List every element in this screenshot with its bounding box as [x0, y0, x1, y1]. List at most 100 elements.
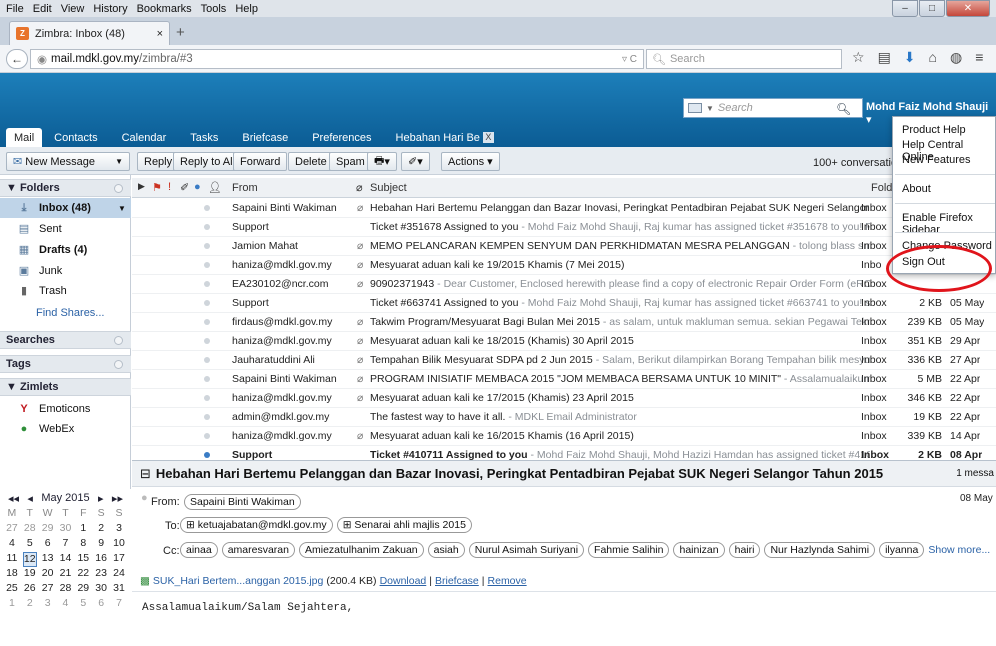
reply-all-button[interactable]: Reply to All	[173, 152, 243, 171]
attachment-name[interactable]: SUK_Hari Bertem...anggan 2015.jpg	[153, 575, 323, 587]
read-status-icon[interactable]: ●	[194, 181, 201, 193]
menu-file[interactable]: File	[6, 3, 24, 15]
read-status-icon[interactable]	[204, 338, 210, 344]
cc-address[interactable]: Fahmie Salihin	[588, 542, 670, 558]
home-icon[interactable]: ⌂	[929, 49, 937, 66]
tab-message[interactable]: Hebahan Hari Be X	[384, 128, 506, 147]
table-row[interactable]: haniza@mdkl.gov.my ⌀ Mesyuarat aduan kali …	[132, 389, 996, 408]
calendar-day[interactable]: 8	[76, 537, 90, 552]
calendar-day[interactable]: 24	[112, 567, 126, 582]
table-row[interactable]: haniza@mdkl.gov.my ⌀ Mesyuarat aduan kali …	[132, 332, 996, 351]
zimlet-emoticons[interactable]: Y Emoticons	[0, 399, 131, 419]
menu-bookmarks[interactable]: Bookmarks	[137, 3, 192, 15]
account-icon[interactable]: 👤︎	[208, 181, 222, 194]
delete-button[interactable]: Delete	[288, 152, 334, 171]
sidebar-item-sent[interactable]: ▤ Sent	[0, 219, 131, 239]
cc-address[interactable]: Nur Hazlynda Sahimi	[764, 542, 876, 558]
prev-year-icon[interactable]: ◂◂	[8, 492, 19, 505]
menu-help[interactable]: Help	[235, 3, 258, 15]
calendar-day[interactable]: 27	[41, 582, 55, 597]
pocket-icon[interactable]: ◍	[950, 49, 962, 66]
calendar-day[interactable]: 29	[76, 582, 90, 597]
tag-column-icon[interactable]: ✐	[180, 181, 189, 194]
calendar-day[interactable]: 6	[41, 537, 55, 552]
from-column-header[interactable]: From	[232, 182, 258, 194]
browser-search-input[interactable]: 🔍︎ Search	[646, 49, 842, 69]
menu-view[interactable]: View	[61, 3, 85, 15]
remove-link[interactable]: Remove	[488, 575, 527, 587]
reload-icon[interactable]: ▿ C	[622, 54, 637, 65]
table-row[interactable]: haniza@mdkl.gov.my ⌀ Mesyuarat aduan kali …	[132, 427, 996, 446]
read-status-icon[interactable]	[204, 224, 210, 230]
menu-history[interactable]: History	[93, 3, 127, 15]
searches-header[interactable]: Searches	[0, 331, 131, 349]
menu-about[interactable]: About	[902, 183, 931, 195]
sidebar-item-trash[interactable]: ▮ Trash	[0, 281, 131, 301]
read-status-icon[interactable]	[204, 357, 210, 363]
menu-product-help[interactable]: Product Help	[902, 124, 966, 136]
cc-address[interactable]: ilyanna	[879, 542, 925, 558]
calendar-day[interactable]: 23	[94, 567, 108, 582]
print-button[interactable]: 🖶 ▾	[367, 152, 397, 171]
calendar-day[interactable]: 21	[58, 567, 72, 582]
sidebar-item-junk[interactable]: ▣ Junk	[0, 261, 131, 281]
priority-icon[interactable]: !	[168, 181, 171, 193]
cc-address[interactable]: Nurul Asimah Suriyani	[468, 542, 585, 558]
table-row[interactable]: admin@mdkl.gov.my The fastest way to have…	[132, 408, 996, 427]
chevron-down-icon[interactable]: ▼	[706, 104, 714, 113]
calendar-day[interactable]: 22	[76, 567, 90, 582]
next-year-icon[interactable]: ▸▸	[112, 492, 123, 505]
tab-contacts[interactable]: Contacts	[42, 128, 109, 147]
to-address[interactable]: ⊞ ketuajabatan@mdkl.gov.my	[180, 517, 333, 533]
calendar-day[interactable]: 14	[58, 552, 72, 567]
reading-list-icon[interactable]: ▤	[878, 49, 891, 66]
calendar-day[interactable]: 4	[5, 537, 19, 552]
actions-button[interactable]: Actions ▾	[441, 152, 500, 171]
calendar-day[interactable]: 25	[5, 582, 19, 597]
calendar-day[interactable]: 1	[76, 522, 90, 537]
calendar-day[interactable]: 27	[5, 522, 19, 537]
calendar-day[interactable]: 10	[112, 537, 126, 552]
table-row[interactable]: Support Ticket #663741 Assigned to you - …	[132, 294, 996, 313]
sidebar-item-inbox[interactable]: ⤓ Inbox (48) ▼	[0, 198, 131, 218]
find-shares-link[interactable]: Find Shares...	[0, 303, 131, 323]
new-tab-icon[interactable]: +	[176, 24, 185, 41]
show-more-link[interactable]: Show more...	[928, 544, 990, 556]
calendar-day[interactable]: 17	[112, 552, 126, 567]
calendar-day[interactable]: 5	[23, 537, 37, 552]
calendar-day[interactable]: 5	[76, 597, 90, 612]
zimlets-header[interactable]: ▼ Zimlets	[0, 378, 131, 396]
tab-tasks[interactable]: Tasks	[178, 128, 230, 147]
hamburger-menu-icon[interactable]: ≡	[975, 49, 983, 66]
bookmark-star-icon[interactable]: ☆	[852, 49, 865, 66]
search-icon[interactable]: 🔍︎	[836, 102, 851, 116]
calendar-day[interactable]: 30	[58, 522, 72, 537]
zimlet-webex[interactable]: ● WebEx	[0, 419, 131, 439]
close-tab-icon[interactable]: X	[482, 132, 494, 143]
read-status-icon[interactable]	[204, 376, 210, 382]
calendar-day[interactable]: 11	[5, 552, 19, 567]
maximize-icon[interactable]: □	[919, 0, 945, 17]
subject-column-header[interactable]: Subject	[370, 182, 407, 194]
table-row[interactable]: Sapaini Binti Wakiman ⌀ Hebahan Hari Berte…	[132, 199, 996, 218]
prev-month-icon[interactable]: ◂	[27, 492, 33, 505]
cc-address[interactable]: Amiezatulhanim Zakuan	[298, 542, 424, 558]
download-link[interactable]: Download	[380, 575, 427, 587]
new-message-button[interactable]: ✉ New Message ▼	[6, 152, 130, 171]
table-row[interactable]: EA230102@ncr.com ⌀ 90902371943 - Dear Cust…	[132, 275, 996, 294]
table-row[interactable]: haniza@mdkl.gov.my ⌀ Mesyuarat aduan kali …	[132, 256, 996, 275]
calendar-day[interactable]: 26	[23, 582, 37, 597]
calendar-day[interactable]: 30	[94, 582, 108, 597]
calendar-day[interactable]: 7	[112, 597, 126, 612]
read-status-icon[interactable]	[204, 433, 210, 439]
cc-address[interactable]: hainizan	[673, 542, 725, 558]
table-row[interactable]: firdaus@mdkl.gov.my ⌀ Takwim Program/Mesyu…	[132, 313, 996, 332]
calendar-day[interactable]: 18	[5, 567, 19, 582]
read-status-icon[interactable]	[204, 281, 210, 287]
folders-header[interactable]: ▼ Folders	[0, 179, 131, 197]
read-status-icon[interactable]	[204, 414, 210, 420]
read-status-icon[interactable]	[204, 243, 210, 249]
calendar-day[interactable]: 9	[94, 537, 108, 552]
cc-address[interactable]: amaresvaran	[221, 542, 295, 558]
tag-button[interactable]: ✐ ▾	[401, 152, 430, 171]
